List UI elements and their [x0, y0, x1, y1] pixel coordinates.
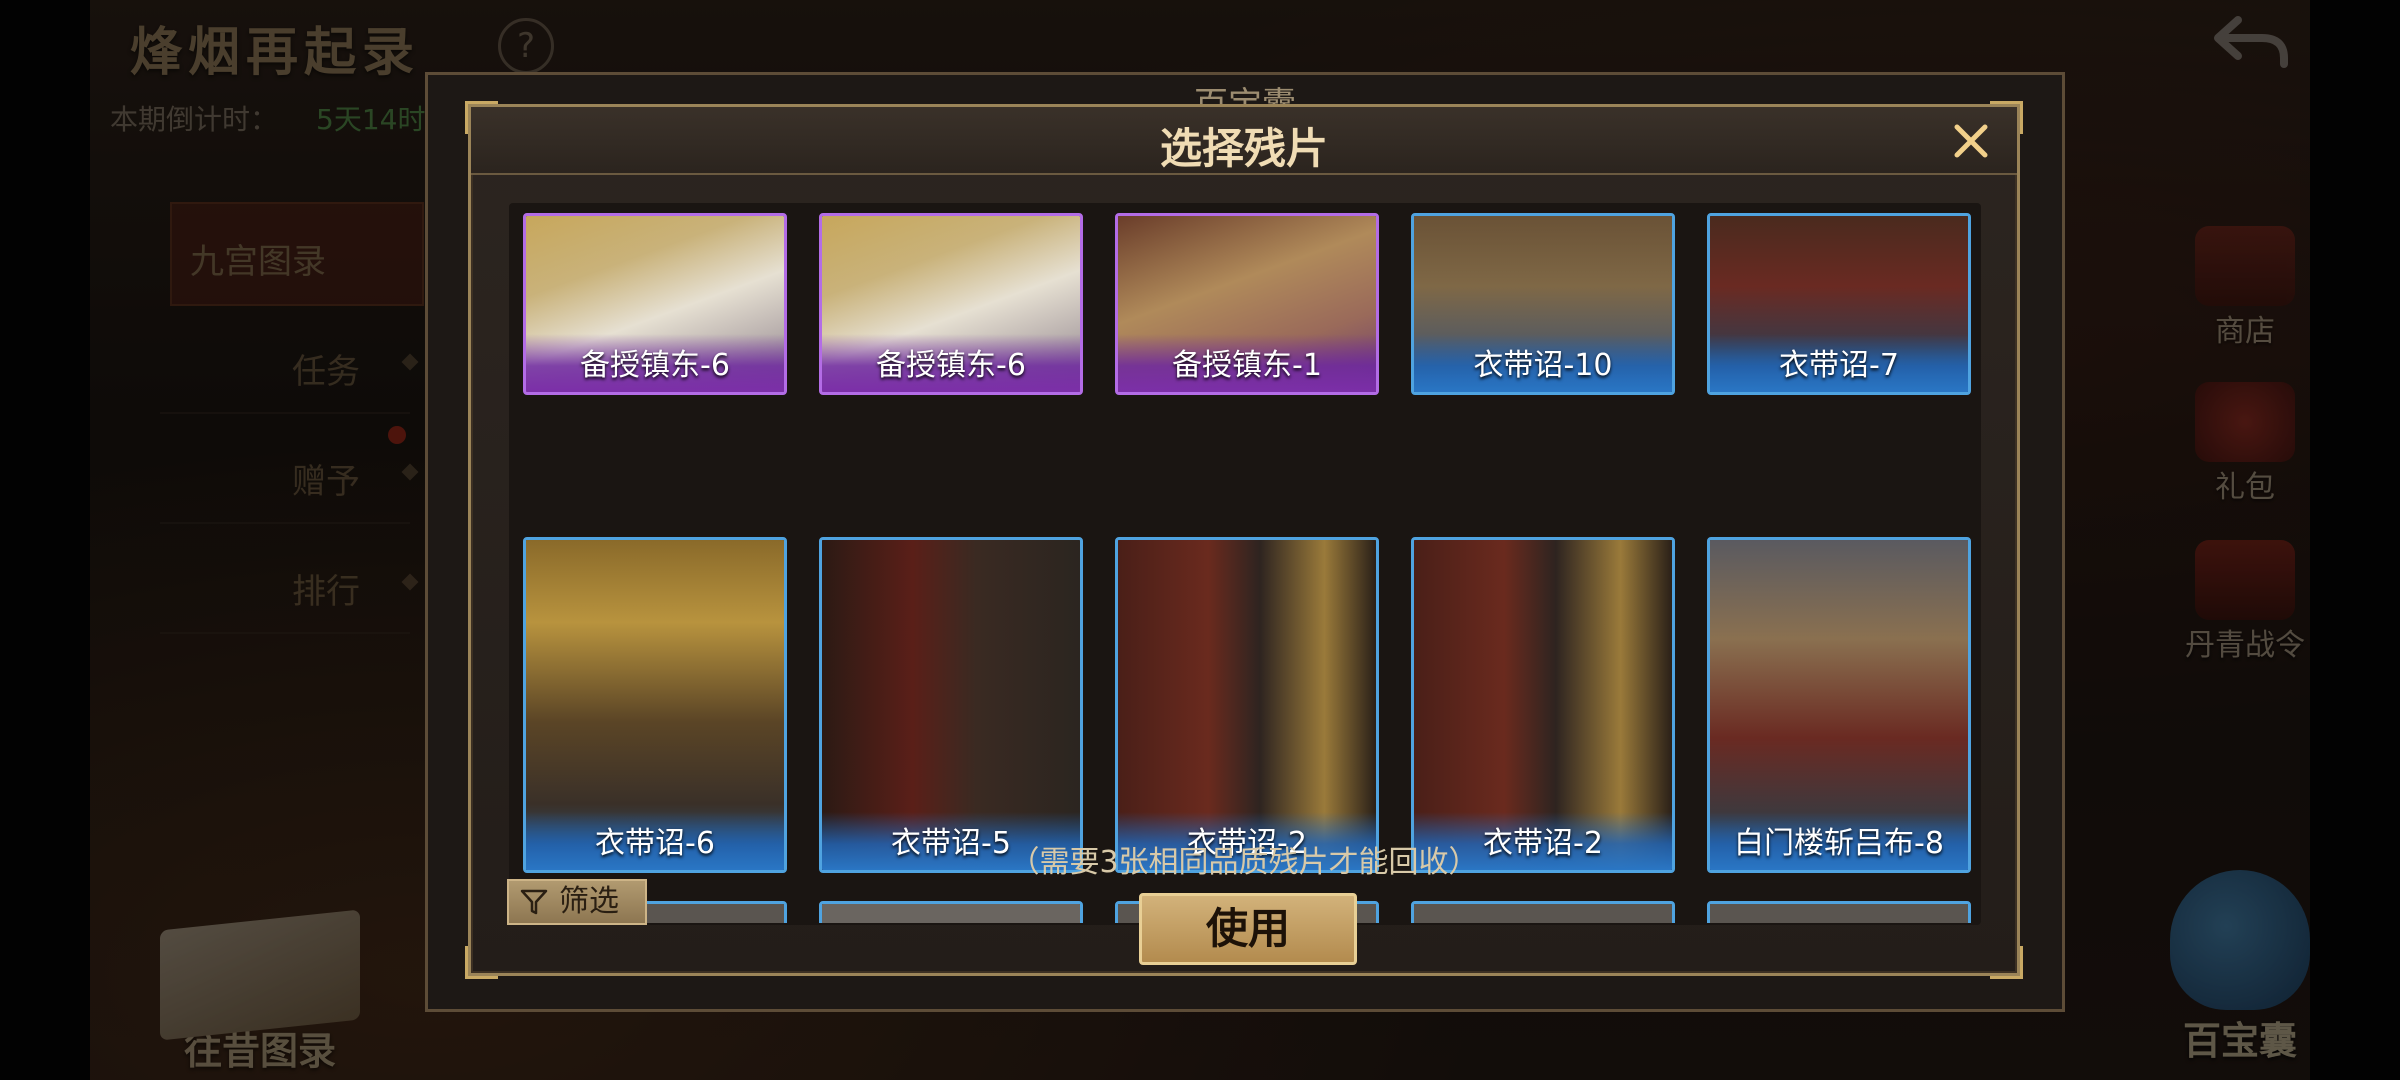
filter-button[interactable]: 筛选 — [507, 879, 647, 925]
fragment-card[interactable]: 白门楼斩吕布-8 — [1707, 537, 1971, 873]
fragment-card[interactable]: 衣带诏-2 — [1115, 537, 1379, 873]
card-name: 衣带诏-10 — [1473, 348, 1613, 383]
corner-ornament — [465, 946, 498, 979]
filter-label: 筛选 — [559, 884, 619, 919]
fragment-grid[interactable]: 备授镇东-6 备授镇东-6 备授镇东-1 衣带诏-10 衣带诏-7 衣带诏-6 … — [515, 203, 1975, 923]
card-name: 衣带诏-7 — [1779, 348, 1899, 383]
fragment-card[interactable]: 衣带诏-2 — [1411, 537, 1675, 873]
use-button[interactable]: 使用 — [1139, 893, 1357, 965]
card-art — [1710, 904, 1968, 923]
card-name: 备授镇东-6 — [876, 348, 1026, 383]
card-name: 备授镇东-6 — [580, 348, 730, 383]
recycle-requirement-note: （需要3张相同品质残片才能回收） — [1009, 845, 1479, 880]
fragment-card[interactable]: 衣带诏-10 — [1411, 213, 1675, 395]
card-name: 备授镇东-1 — [1172, 348, 1322, 383]
fragment-card[interactable]: 衣带诏-6 — [523, 537, 787, 873]
corner-ornament — [1990, 946, 2023, 979]
card-art — [1414, 904, 1672, 923]
close-icon[interactable] — [1949, 119, 1993, 163]
fragment-card-partial[interactable] — [1411, 901, 1675, 923]
game-screen: 烽烟再起录 ? 本期倒计时： 5天14时 九宫图录 任务 赠予 排行 商店 礼包… — [0, 0, 2400, 1080]
card-art — [822, 904, 1080, 923]
fragment-card[interactable]: 衣带诏-7 — [1707, 213, 1971, 395]
fragment-card[interactable]: 备授镇东-6 — [819, 213, 1083, 395]
fragment-card[interactable]: 备授镇东-1 — [1115, 213, 1379, 395]
funnel-icon — [520, 889, 548, 915]
dialog-header: 选择残片 — [471, 107, 2017, 175]
fragment-card[interactable]: 备授镇东-6 — [523, 213, 787, 395]
fragment-card[interactable]: 衣带诏-5 — [819, 537, 1083, 873]
fragment-card-partial[interactable] — [1707, 901, 1971, 923]
select-fragment-dialog: 选择残片 备授镇东-6 备授镇东-6 备授镇东-1 衣带诏-10 衣带诏-7 衣… — [465, 101, 2023, 979]
dialog-title: 选择残片 — [1159, 124, 1328, 173]
fragment-card-partial[interactable] — [819, 901, 1083, 923]
